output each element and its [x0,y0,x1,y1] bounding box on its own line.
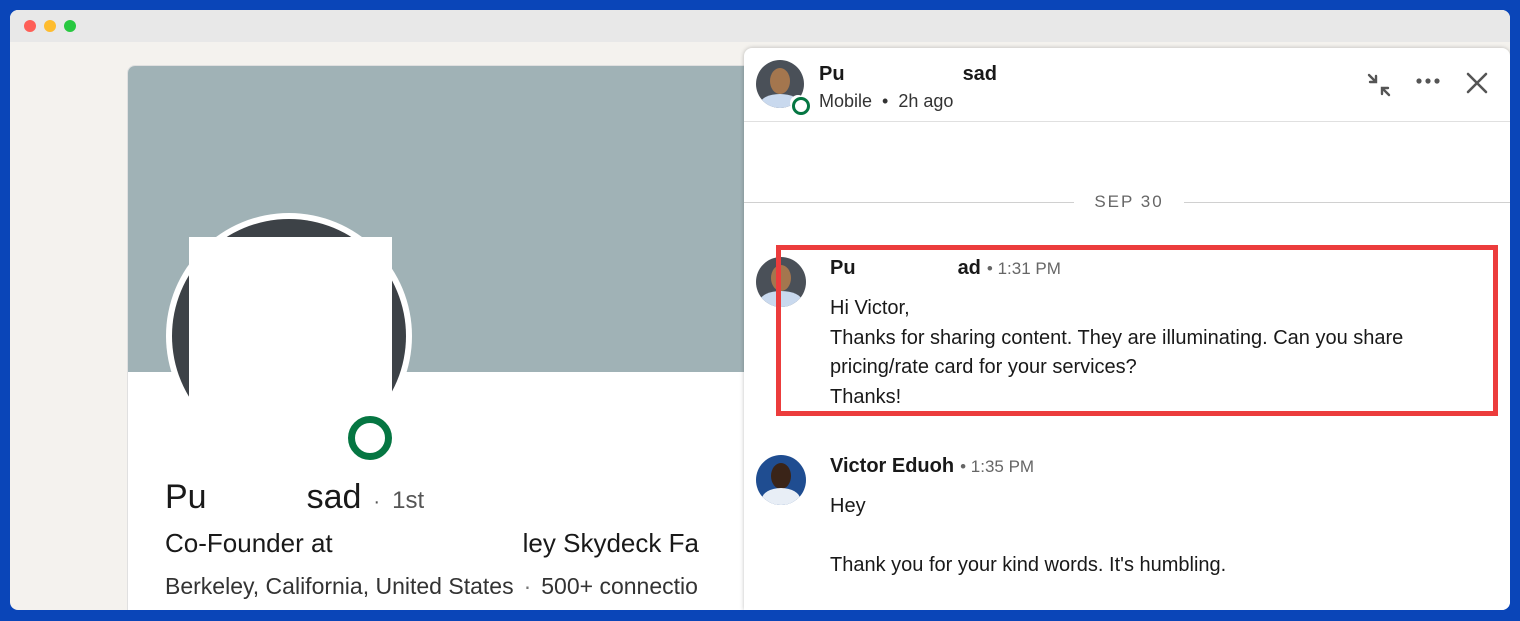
message-time: • 1:31 PM [986,259,1061,278]
date-divider-label: SEP 30 [1094,192,1164,211]
online-status-icon [343,411,392,460]
connection-degree: 1st [392,487,425,514]
message-meta: Pu ad • 1:31 PM [830,257,1061,280]
browser-window: Pu sad · 1st Co-Founder at ley Skydeck Fa … [10,10,1510,610]
message-body: Hi Victor, Thanks for sharing content. T… [830,294,1403,412]
message-body: Hey Thank you for your kind words. It's … [830,492,1226,581]
message-line: pricing/rate card for your services? [830,356,1137,378]
message-line: Hi Victor, [830,297,910,319]
avatar-face [771,463,791,489]
more-icon[interactable] [1413,66,1443,96]
profile-name: Pu sad [165,478,362,516]
divider-line [1184,202,1510,203]
message-line: Thanks for sharing content. They are ill… [830,326,1404,349]
message-time: • 1:35 PM [960,457,1035,476]
online-status-icon [790,95,810,115]
message-line-blank [830,522,1226,552]
profile-location: Berkeley, California, United States [165,573,514,599]
sender-avatar[interactable] [756,257,806,307]
profile-name-row: Pu sad · 1st [165,478,424,517]
message-line: Thanks! [830,385,902,408]
sender-name[interactable]: Victor Eduoh [830,455,954,477]
avatar-face [771,265,791,291]
contact-device: Mobile [819,91,873,111]
message-panel: Pu sad Mobile • 2h ago SEP 30 Pu ad • 1:… [744,48,1510,610]
divider-line [744,202,1074,203]
contact-name[interactable]: Pu sad [819,63,997,86]
chat-header[interactable]: Pu sad Mobile • 2h ago [744,48,1510,122]
compress-icon[interactable] [1364,70,1394,100]
title-bar [10,10,1510,42]
sender-avatar[interactable] [756,455,806,505]
avatar-face [770,68,790,94]
compress-icon-graphic [1367,73,1391,97]
message-line: Thank you for your kind words. It's humb… [830,554,1227,576]
minimize-window-button[interactable] [44,20,56,32]
profile-card: Pu sad · 1st Co-Founder at ley Skydeck Fa … [127,65,827,610]
last-active: 2h ago [898,91,954,111]
message-line: Hey [830,495,866,517]
status-bullet: • [882,91,889,111]
sender-name[interactable]: Pu ad [830,257,981,279]
avatar-body [762,488,800,505]
close-icon-graphic [1466,72,1488,94]
contact-status: Mobile • 2h ago [819,91,953,112]
more-icon-graphic [1416,78,1440,84]
location-separator: · [523,573,532,599]
name-separator: · [373,491,381,513]
message-meta: Victor Eduoh • 1:35 PM [830,455,1034,478]
date-divider: SEP 30 [744,188,1510,218]
profile-location-row: Berkeley, California, United States · 500+… [165,573,826,600]
close-window-button[interactable] [24,20,36,32]
connections-link[interactable]: 500+ connectio [541,573,698,599]
zoom-window-button[interactable] [64,20,76,32]
profile-headline: Co-Founder at ley Skydeck Fa [165,528,699,558]
avatar-body [760,291,802,307]
close-icon[interactable] [1462,68,1492,98]
